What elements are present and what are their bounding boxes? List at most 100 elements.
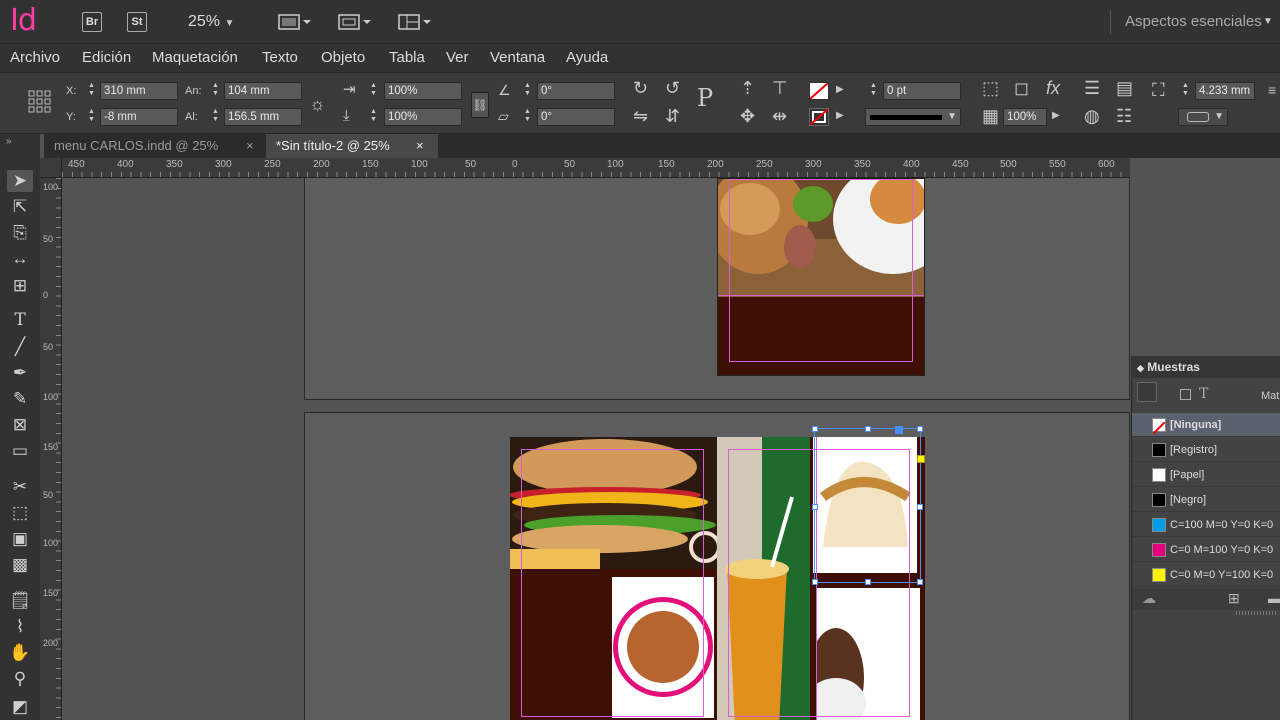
fill-stroke-proxy-icon[interactable] — [1137, 382, 1157, 402]
rotate-field[interactable]: 0° — [537, 82, 615, 100]
workspace-switcher[interactable]: Aspectos esenciales — [1125, 13, 1262, 30]
workspace-chevron-down-icon[interactable]: ▼ — [1263, 16, 1273, 27]
selected-frame[interactable] — [812, 426, 925, 585]
zoom-level-select[interactable]: 25% ▼ — [188, 13, 234, 31]
resize-handle[interactable] — [865, 426, 871, 432]
shear-field[interactable]: 0° — [537, 108, 615, 126]
opacity-menu-icon[interactable]: ▶ — [1052, 106, 1060, 126]
swatch-cyan[interactable]: C=100 M=0 Y=0 K=0 — [1132, 513, 1280, 537]
menu-objeto[interactable]: Objeto — [321, 49, 365, 66]
swatch-magenta[interactable]: C=0 M=100 Y=0 K=0 — [1132, 538, 1280, 562]
offset-field[interactable]: 4.233 mm — [1195, 82, 1255, 100]
selection-tool-icon[interactable]: ➤ — [7, 170, 33, 192]
select-next-icon[interactable]: ⇹ — [772, 106, 787, 126]
swatch-papel[interactable]: [Papel] — [1132, 463, 1280, 487]
resize-handle[interactable] — [917, 504, 923, 510]
resize-handle[interactable] — [917, 426, 923, 432]
ruler-origin[interactable] — [40, 158, 62, 178]
flip-vertical-icon[interactable]: ⇵ — [665, 106, 680, 126]
tab-sin-titulo-2[interactable]: *Sin título-2 @ 25% × — [266, 134, 438, 158]
resize-handle[interactable] — [917, 579, 923, 585]
horizontal-ruler[interactable]: 450 400 350 300 250 200 150 100 50 0 50 … — [62, 158, 1130, 178]
stroke-swatch[interactable] — [809, 108, 829, 126]
link-scale-icon[interactable]: ⛓ — [471, 92, 489, 118]
menu-archivo[interactable]: Archivo — [10, 49, 60, 66]
constrain-proportions-icon[interactable]: ☼ — [309, 94, 326, 114]
screen-mode-button[interactable] — [338, 11, 372, 33]
height-field[interactable]: 156.5 mm — [224, 108, 302, 126]
show-swatch-kinds-icon[interactable]: ⊞ — [1228, 590, 1240, 607]
select-content-icon[interactable]: ✥ — [740, 106, 755, 126]
swatch-registro[interactable]: [Registro] — [1132, 438, 1280, 462]
width-stepper[interactable]: ▲ ▼ — [210, 82, 221, 100]
page-top[interactable] — [717, 178, 925, 376]
panel-resize-grip[interactable] — [1236, 611, 1276, 615]
menu-ver[interactable]: Ver — [446, 49, 469, 66]
content-collector-icon[interactable]: ⊞ — [9, 275, 31, 297]
stroke-weight-stepper[interactable]: ▲ ▼ — [868, 82, 879, 100]
shear-stepper[interactable]: ▲ ▼ — [522, 108, 533, 126]
pen-tool-icon[interactable]: ✒ — [9, 362, 31, 384]
eyedropper-tool-icon[interactable]: ⌇ — [9, 616, 31, 638]
rectangle-tool-icon[interactable]: ▭ — [9, 440, 31, 462]
select-container-icon[interactable]: ⇡ — [740, 78, 755, 98]
text-wrap-box-icon[interactable]: ▤ — [1116, 78, 1133, 98]
fill-stroke-icon[interactable]: ◩ — [9, 696, 31, 718]
scale-x-stepper[interactable]: ▲ ▼ — [368, 82, 379, 100]
text-wrap-jump-icon[interactable]: ☷ — [1116, 106, 1132, 126]
menu-edicion[interactable]: Edición — [82, 49, 131, 66]
stroke-weight-field[interactable]: 0 pt — [883, 82, 961, 100]
new-color-group-icon[interactable]: ▬ — [1268, 590, 1280, 606]
gap-tool-icon[interactable]: ↔ — [9, 248, 31, 270]
fill-menu-icon[interactable]: ▶ — [836, 80, 844, 100]
frame-fitting-icon[interactable]: ⛶ — [1152, 80, 1165, 100]
resize-handle[interactable] — [812, 579, 818, 585]
line-tool-icon[interactable]: ╱ — [9, 336, 31, 358]
offset-stepper[interactable]: ▲ ▼ — [1180, 82, 1191, 100]
arrange-documents-button[interactable] — [398, 11, 432, 33]
fill-swatch[interactable] — [809, 82, 829, 100]
y-position-field[interactable]: -8 mm — [100, 108, 178, 126]
effects-square-icon[interactable]: ◻ — [1014, 78, 1029, 98]
flip-horizontal-icon[interactable]: ⇋ — [633, 106, 648, 126]
stroke-menu-icon[interactable]: ▶ — [836, 106, 844, 126]
pencil-tool-icon[interactable]: ✎ — [9, 388, 31, 410]
reference-point-icon[interactable] — [28, 90, 52, 114]
live-corner-handle[interactable] — [917, 455, 925, 463]
type-tool-icon[interactable]: T — [9, 309, 31, 331]
opacity-field[interactable]: 100% — [1003, 108, 1047, 126]
bridge-button[interactable]: Br — [82, 12, 102, 32]
cc-libraries-icon[interactable]: ☁ — [1142, 590, 1156, 607]
resize-handle[interactable] — [865, 579, 871, 585]
scissors-tool-icon[interactable]: ✂ — [9, 476, 31, 498]
formatting-text-icon[interactable]: T — [1199, 386, 1208, 402]
corner-shape-select[interactable]: ▼ — [1178, 108, 1228, 126]
swatches-panel-header[interactable]: ◆ Muestras — [1131, 356, 1280, 378]
scale-y-stepper[interactable]: ▲ ▼ — [368, 108, 379, 126]
scale-x-field[interactable]: 100% — [384, 82, 462, 100]
close-icon[interactable]: × — [246, 134, 254, 158]
select-previous-icon[interactable]: ⊤ — [772, 78, 788, 98]
x-position-field[interactable]: 310 mm — [100, 82, 178, 100]
rotate-clockwise-icon[interactable]: ↻ — [633, 78, 648, 98]
y-stepper[interactable]: ▲ ▼ — [86, 108, 97, 126]
zoom-tool-icon[interactable]: ⚲ — [9, 668, 31, 690]
height-stepper[interactable]: ▲ ▼ — [210, 108, 221, 126]
x-stepper[interactable]: ▲ ▼ — [86, 82, 97, 100]
menu-ayuda[interactable]: Ayuda — [566, 49, 608, 66]
formatting-container-icon[interactable] — [1180, 389, 1191, 400]
text-wrap-none-icon[interactable]: ☰ — [1084, 78, 1100, 98]
rotate-counterclockwise-icon[interactable]: ↺ — [665, 78, 680, 98]
resize-handle[interactable] — [812, 426, 818, 432]
rectangle-frame-tool-icon[interactable]: ⊠ — [9, 414, 31, 436]
swatch-negro[interactable]: [Negro] — [1132, 488, 1280, 512]
panel-menu-icon[interactable]: ≡ — [1268, 80, 1276, 100]
direct-selection-tool-icon[interactable]: ⇱ — [9, 196, 31, 218]
gradient-feather-tool-icon[interactable]: ▩ — [9, 554, 31, 576]
tab-menu-carlos[interactable]: menu CARLOS.indd @ 25% × — [44, 134, 266, 158]
document-canvas[interactable] — [62, 178, 1130, 720]
swatch-ninguna[interactable]: [Ninguna] — [1132, 413, 1280, 437]
close-icon[interactable]: × — [416, 134, 424, 158]
note-tool-icon[interactable]: 🗒 — [9, 590, 31, 612]
swatch-yellow[interactable]: C=0 M=0 Y=100 K=0 — [1132, 563, 1280, 587]
